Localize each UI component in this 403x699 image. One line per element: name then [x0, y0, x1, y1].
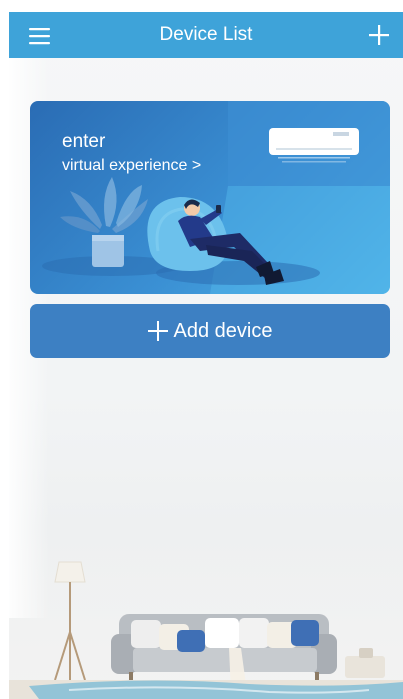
banner-illustration	[42, 101, 390, 294]
plus-icon	[369, 25, 389, 45]
add-button[interactable]	[367, 23, 391, 47]
plus-icon	[147, 321, 168, 341]
air-conditioner-icon	[269, 128, 359, 163]
floor-lamp-icon	[54, 561, 86, 681]
banner-title: enter	[62, 131, 106, 152]
page-title: Device List	[159, 24, 253, 45]
virtual-experience-banner[interactable]: enter virtual experience >	[30, 101, 390, 294]
room-illustration	[9, 561, 403, 699]
banner-link[interactable]: virtual experience >	[62, 157, 201, 175]
side-table-icon	[345, 648, 385, 678]
top-bar: Device List	[9, 12, 403, 58]
app-screen: Device List enter virtual experience > A…	[9, 12, 403, 699]
add-device-label: Add device	[173, 319, 273, 342]
plant-icon	[60, 177, 148, 267]
add-device-button[interactable]: Add device	[30, 304, 390, 358]
